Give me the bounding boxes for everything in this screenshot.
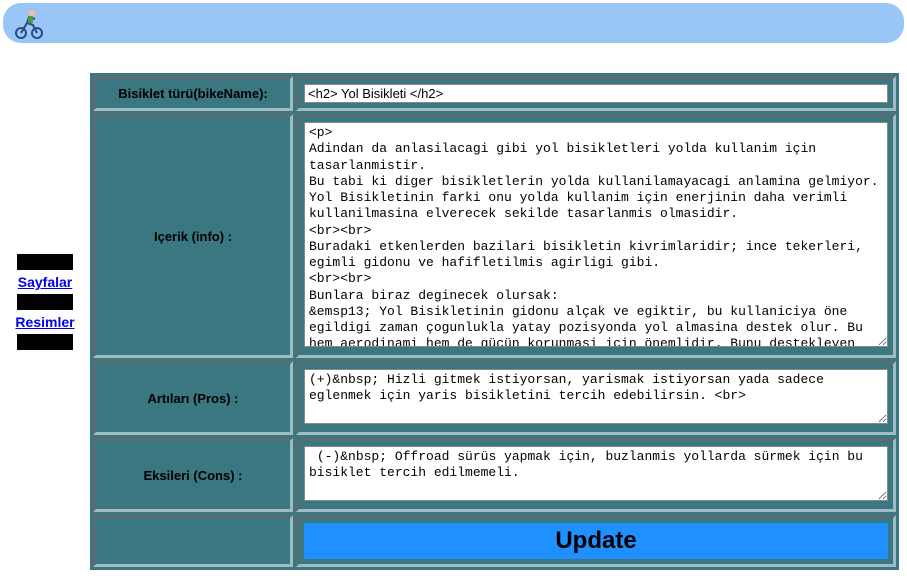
- bike-name-input[interactable]: [304, 84, 888, 103]
- logo-cyclist-icon: [13, 7, 45, 39]
- label-cons: Eksileri (Cons) :: [93, 438, 293, 512]
- info-textarea[interactable]: [304, 122, 888, 347]
- label-info: Içerik (info) :: [93, 114, 293, 358]
- edit-form-table: Bisiklet türü(bikeName): Içerik (info) :…: [90, 73, 899, 570]
- label-pros: Artıları (Pros) :: [93, 361, 293, 435]
- sidebar-link-sayfalar[interactable]: Sayfalar: [18, 271, 72, 293]
- sidebar-link-resimler[interactable]: Resimler: [15, 311, 74, 333]
- sidebar-divider: [17, 294, 73, 310]
- label-empty: [93, 515, 293, 567]
- sidebar-divider: [17, 334, 73, 350]
- sidebar-divider: [17, 254, 73, 270]
- top-bar: [3, 3, 904, 43]
- cons-textarea[interactable]: [304, 446, 888, 501]
- pros-textarea[interactable]: [304, 369, 888, 424]
- update-button[interactable]: Update: [304, 523, 888, 559]
- label-bike-name: Bisiklet türü(bikeName):: [93, 76, 293, 111]
- content-area: Bisiklet türü(bikeName): Içerik (info) :…: [90, 73, 907, 578]
- sidebar: Sayfalar Resimler: [0, 253, 90, 351]
